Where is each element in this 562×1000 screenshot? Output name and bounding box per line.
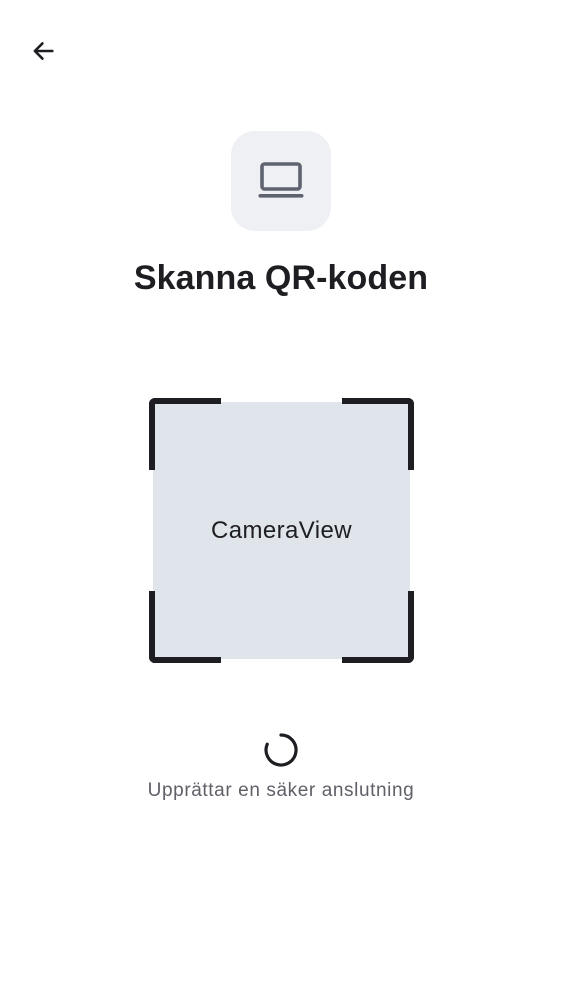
scanner-corner-bottom-right: [342, 591, 414, 663]
laptop-icon: [258, 162, 304, 198]
back-button[interactable]: [20, 28, 66, 74]
device-tile: [231, 131, 331, 231]
page-title: Skanna QR-koden: [133, 259, 429, 297]
arrow-left-icon: [33, 42, 54, 60]
qr-scanner-frame: CameraView: [149, 398, 414, 663]
loading-spinner-icon: [264, 733, 298, 767]
scanner-corner-bottom-left: [149, 591, 221, 663]
status-text: Upprättar en säker anslutning: [147, 780, 415, 801]
scanner-corner-top-right: [342, 398, 414, 470]
scanner-corner-top-left: [149, 398, 221, 470]
camera-view-label: CameraView: [211, 516, 352, 544]
